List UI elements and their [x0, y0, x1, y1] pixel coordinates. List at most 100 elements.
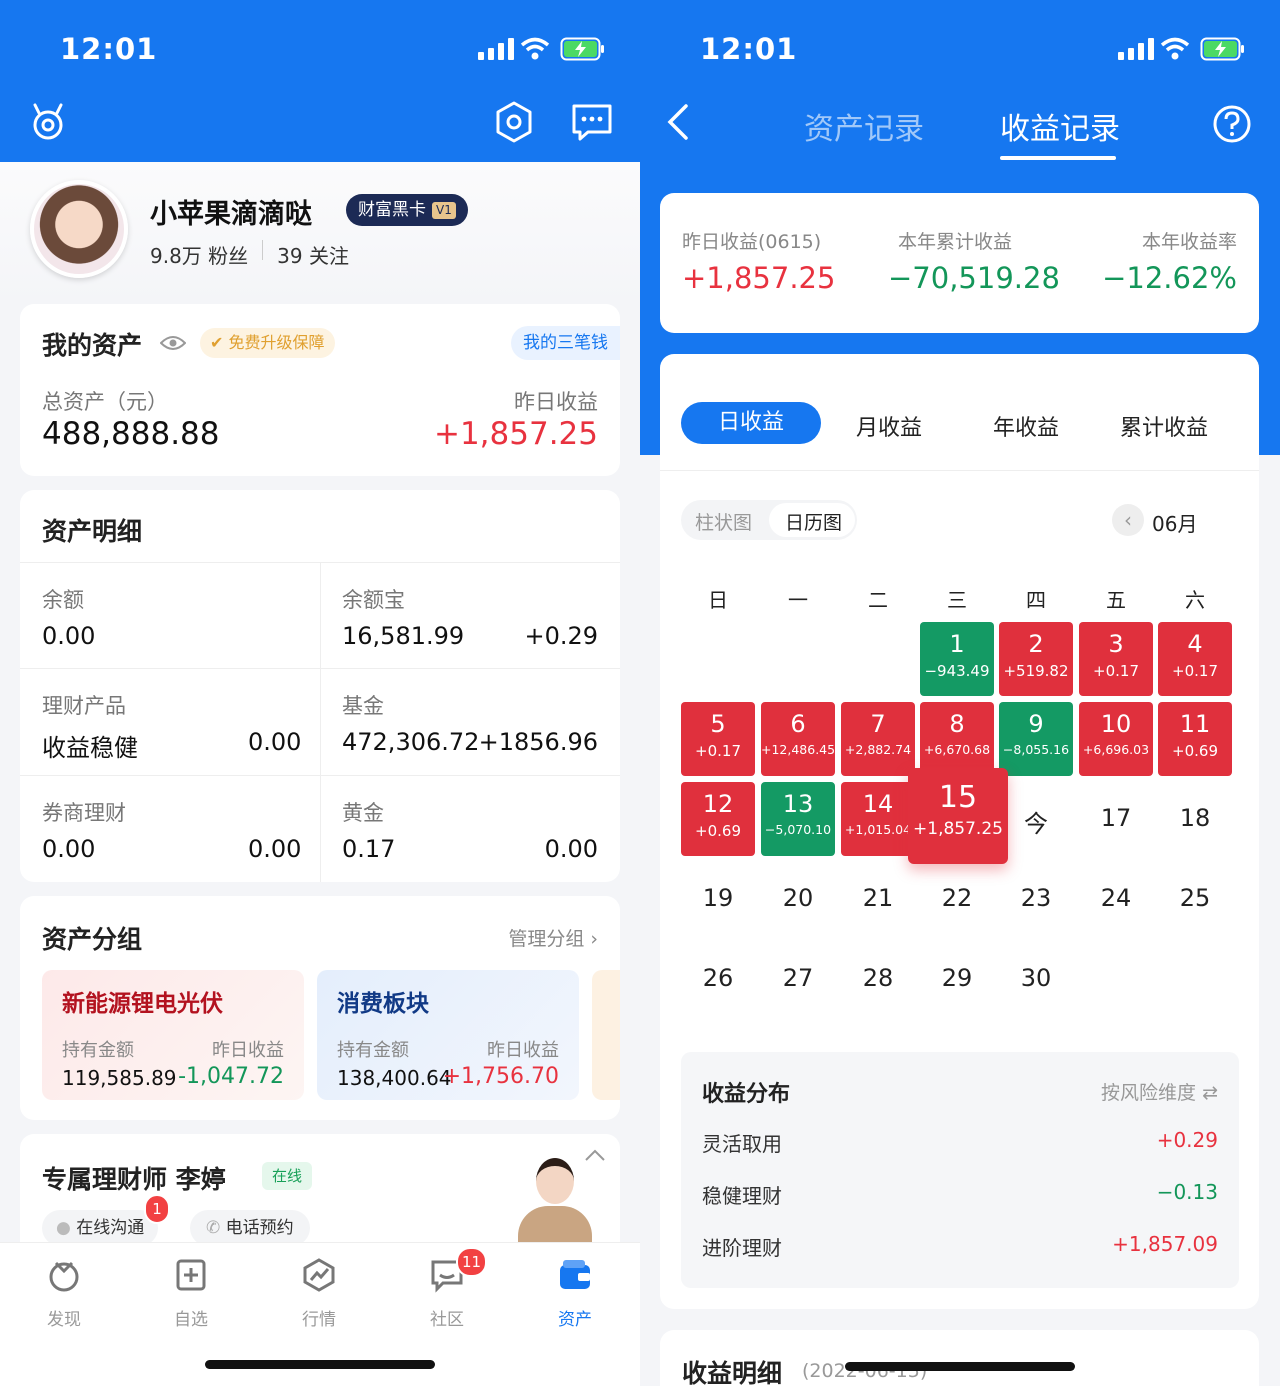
tab-watchlist[interactable]: 自选 — [141, 1257, 241, 1330]
calendar-day-amount: +0.69 — [1172, 742, 1218, 760]
collapse-icon[interactable] — [584, 1148, 606, 1162]
swap-icon: ⇄ — [1202, 1082, 1218, 1104]
period-tab-cumulative[interactable]: 累计收益 — [1120, 410, 1208, 442]
calendar-day[interactable]: 22 — [920, 884, 994, 912]
year-income-label: 本年累计收益 — [898, 231, 1013, 253]
calendar-day-cell[interactable]: 2 +519.82 — [999, 622, 1073, 696]
calendar-day-amount: +6,670.68 — [923, 742, 991, 757]
yesterday-income-label: 昨日收益 — [514, 390, 598, 414]
group-card-new-energy[interactable]: 新能源锂电光伏 持有金额 昨日收益 119,585.89 -1,047.72 — [42, 970, 304, 1100]
my-assets-card: 我的资产 ✔ 免费升级保障 我的三笔钱 总资产（元） 488,888.88 昨日… — [20, 304, 620, 476]
online-chat-button[interactable]: ● 在线沟通 — [42, 1210, 159, 1246]
income-record-screen: 12:01 资产记录 收益记录 昨日收益(0615) +1,857.25 本年累… — [640, 0, 1280, 1386]
status-time: 12:01 — [60, 32, 158, 66]
calendar-day-cell[interactable]: 11 +0.69 — [1158, 702, 1232, 776]
year-rate-value: −12.62% — [1102, 261, 1237, 295]
calendar-day-cell[interactable]: 9 −8,055.16 — [999, 702, 1073, 776]
three-money-link[interactable]: 我的三笔钱 — [511, 326, 620, 360]
distribution-title: 收益分布 — [702, 1082, 791, 1107]
calendar-day-cell[interactable]: 7 +2,882.74 — [841, 702, 915, 776]
period-tab-monthly[interactable]: 月收益 — [856, 410, 922, 442]
calendar-day-cell-selected[interactable]: 15 +1,857.25 — [908, 768, 1008, 864]
vip-level: V1 — [432, 201, 456, 219]
status-bar: 12:01 — [0, 0, 640, 100]
calendar-day-number: 5 — [710, 710, 726, 738]
income-detail-title: 收益明细 — [682, 1359, 783, 1386]
period-tab-daily[interactable]: 日收益 — [681, 402, 821, 444]
risk-dimension-switch[interactable]: 按风险维度 ⇄ — [1101, 1078, 1218, 1105]
battery-icon — [1200, 37, 1244, 61]
tab-assets[interactable]: 资产 — [525, 1257, 625, 1330]
chat-icon: ● — [56, 1218, 71, 1238]
eye-icon[interactable] — [160, 334, 186, 352]
upgrade-badge[interactable]: ✔ 免费升级保障 — [200, 328, 335, 358]
calendar-day-cell[interactable]: 3 +0.17 — [1079, 622, 1153, 696]
group-card-partial[interactable] — [592, 970, 620, 1100]
calendar-day-cell[interactable]: 6 +12,486.45 — [761, 702, 835, 776]
calendar-day[interactable]: 28 — [841, 964, 915, 992]
calendar-day-amount: +0.17 — [695, 742, 741, 760]
tab-asset-record[interactable]: 资产记录 — [804, 104, 924, 148]
calendar-day-number: 6 — [790, 710, 806, 738]
tab-market[interactable]: 行情 — [269, 1257, 369, 1330]
chevron-right-icon: › — [590, 928, 598, 950]
calendar-day-cell[interactable]: 4 +0.17 — [1158, 622, 1232, 696]
weekday-sat: 六 — [1185, 588, 1205, 612]
calendar-day[interactable]: 26 — [681, 964, 755, 992]
yesterday-income-label: 昨日收益(0615) — [682, 231, 822, 253]
calendar-day[interactable]: 27 — [761, 964, 835, 992]
tab-income-record[interactable]: 收益记录 — [1000, 104, 1120, 148]
follow-count[interactable]: 39 关注 — [277, 240, 349, 269]
calendar-day[interactable]: 30 — [999, 964, 1073, 992]
mascot-icon[interactable] — [26, 100, 70, 144]
discover-icon — [49, 1261, 79, 1292]
calendar-day-cell[interactable]: 8 +6,670.68 — [920, 702, 994, 776]
calendar-day[interactable]: 29 — [920, 964, 994, 992]
weekday-tue: 二 — [868, 588, 888, 612]
yesterday-income-value: +1,857.25 — [433, 416, 598, 452]
bar-chart-toggle[interactable]: 柱状图 — [695, 508, 752, 535]
distribution-row-name: 进阶理财 — [702, 1236, 782, 1260]
total-assets-label: 总资产（元） — [42, 390, 168, 414]
calendar-day[interactable]: 18 — [1158, 804, 1232, 832]
calendar-day-cell[interactable]: 1 −943.49 — [920, 622, 994, 696]
vip-badge[interactable]: 财富黑卡 V1 — [346, 194, 468, 226]
calendar-day[interactable]: 19 — [681, 884, 755, 912]
calendar-day-amount: −8,055.16 — [1002, 742, 1070, 757]
manage-group-link[interactable]: 管理分组 › — [508, 924, 598, 951]
avatar[interactable] — [30, 180, 128, 278]
prev-month-icon[interactable]: ‹ — [1112, 504, 1144, 536]
calendar-day-number: 11 — [1179, 710, 1211, 738]
message-icon[interactable] — [570, 100, 614, 144]
calendar-day[interactable]: 23 — [999, 884, 1073, 912]
calendar-day[interactable]: 25 — [1158, 884, 1232, 912]
calendar-day[interactable]: 24 — [1079, 884, 1153, 912]
user-name: 小苹果滴滴哒 — [150, 199, 312, 230]
phone-appointment-button[interactable]: ✆ 电话预约 — [190, 1210, 310, 1246]
group-card-consumer[interactable]: 消费板块 持有金额 昨日收益 138,400.64 +1,756.70 — [317, 970, 579, 1100]
settings-icon[interactable] — [492, 100, 536, 144]
calendar-day[interactable]: 17 — [1079, 804, 1153, 832]
distribution-row-name: 灵活取用 — [702, 1132, 782, 1156]
battery-icon — [560, 37, 604, 61]
period-tab-yearly[interactable]: 年收益 — [993, 410, 1059, 442]
calendar-day[interactable]: 20 — [761, 884, 835, 912]
chat-badge: 1 — [144, 1194, 170, 1224]
calendar-day-cell[interactable]: 14 +1,015.04 — [841, 782, 915, 856]
calendar-toggle[interactable]: 日历图 — [785, 508, 842, 535]
weekday-wed: 三 — [947, 588, 967, 612]
fans-count[interactable]: 9.8万 粉丝 — [150, 240, 248, 269]
view-toggle: 柱状图 日历图 — [681, 500, 857, 540]
calendar-day-cell[interactable]: 13 −5,070.10 — [761, 782, 835, 856]
calendar-day-number: 3 — [1108, 630, 1124, 658]
online-badge: 在线 — [262, 1162, 313, 1190]
help-icon[interactable] — [1212, 104, 1252, 144]
home-indicator — [845, 1362, 1075, 1371]
back-icon[interactable] — [664, 102, 692, 142]
calendar-day-cell[interactable]: 5 +0.17 — [681, 702, 755, 776]
calendar-day-cell[interactable]: 12 +0.69 — [681, 782, 755, 856]
calendar-day[interactable]: 21 — [841, 884, 915, 912]
calendar-day-cell[interactable]: 10 +6,696.03 — [1079, 702, 1153, 776]
calendar-today[interactable]: 今 — [999, 804, 1073, 839]
tab-discover[interactable]: 发现 — [14, 1257, 114, 1330]
